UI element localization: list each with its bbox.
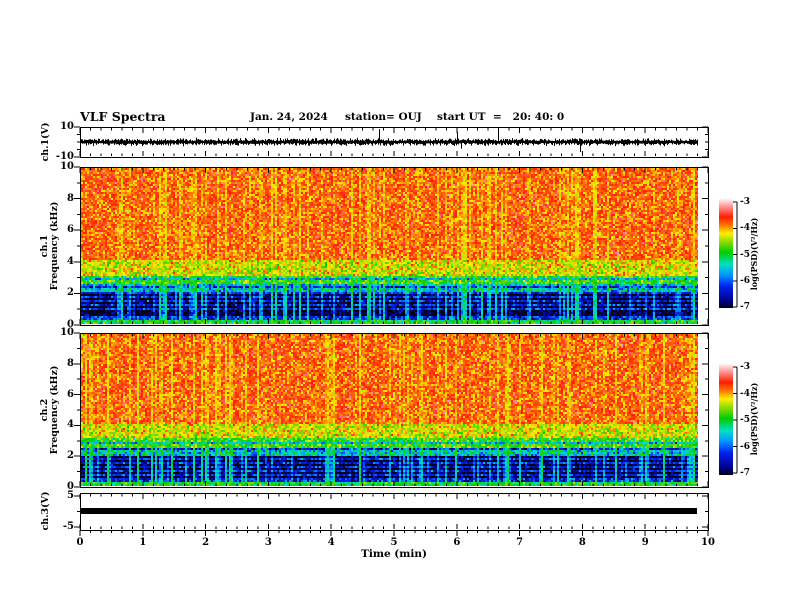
y-tick-label: 4 bbox=[67, 419, 74, 431]
colorbar-ch1-unit-label: log(PSD)(V²/Hz) bbox=[749, 217, 759, 291]
ch2-axis-title-line2: Frequency (kHz) bbox=[49, 365, 60, 455]
y-tick-label: 6 bbox=[67, 224, 74, 236]
colorbar-tick-label: -5 bbox=[740, 415, 750, 425]
x-tick-label: 2 bbox=[202, 537, 210, 548]
ch1-frequency-axis-title: ch.1 Frequency (kHz) bbox=[39, 201, 60, 291]
y-tick-label: 2 bbox=[67, 287, 74, 299]
x-tick-label: 10 bbox=[701, 537, 715, 548]
x-tick-label: 7 bbox=[516, 537, 524, 548]
y-tick-label: 8 bbox=[67, 357, 74, 369]
ch2-frequency-axis-title: ch.2 Frequency (kHz) bbox=[39, 365, 60, 455]
y-tick-label: 10 bbox=[60, 327, 74, 338]
x-tick-label: 3 bbox=[264, 537, 272, 548]
colorbar-ch1 bbox=[719, 198, 733, 308]
x-tick-label: 1 bbox=[139, 537, 147, 548]
colorbar-ch2 bbox=[719, 363, 733, 475]
y-tick-label: 6 bbox=[67, 388, 74, 400]
ch1-spectrogram-canvas bbox=[81, 168, 698, 324]
ch3-flat-trace bbox=[81, 508, 697, 514]
date-label: Jan. 24, 2024 bbox=[250, 111, 328, 123]
colorbar-tick-label: -5 bbox=[740, 249, 750, 260]
colorbar-tick-label: -4 bbox=[740, 223, 750, 234]
colorbar-tick-label: -6 bbox=[740, 441, 750, 452]
x-tick-label: 9 bbox=[641, 537, 649, 548]
colorbar-tick-label: -6 bbox=[740, 275, 750, 286]
colorbar-tick-label: -4 bbox=[740, 388, 750, 399]
vlf-spectra-figure: VLF Spectra Jan. 24, 2024 station= OUJ s… bbox=[0, 0, 792, 612]
y-tick-label: 10 bbox=[60, 121, 74, 132]
colorbar-ch2-unit-label: log(PSD)(V²/Hz) bbox=[749, 382, 759, 456]
start-ut-label: start UT = 20: 40: 0 bbox=[437, 111, 565, 123]
station-label: station= OUJ bbox=[345, 111, 422, 123]
x-tick-label: 0 bbox=[76, 537, 84, 548]
colorbar-tick-label: -7 bbox=[740, 468, 750, 478]
y-tick-label: -5 bbox=[62, 520, 74, 532]
time-axis-title: Time (min) bbox=[361, 548, 427, 560]
y-tick-label: 10 bbox=[60, 161, 74, 172]
page-title: VLF Spectra bbox=[80, 109, 166, 124]
y-tick-label: 4 bbox=[67, 255, 74, 267]
ch1-waveform-canvas bbox=[81, 128, 698, 156]
ch1-axis-title-line2: Frequency (kHz) bbox=[49, 201, 60, 291]
x-tick-label: 5 bbox=[390, 537, 398, 548]
colorbar-tick-label: -7 bbox=[740, 302, 750, 312]
x-tick-label: 6 bbox=[453, 537, 461, 548]
x-tick-label: 4 bbox=[327, 537, 335, 548]
y-tick-label: 8 bbox=[67, 192, 74, 204]
colorbar-tick-label: -3 bbox=[740, 362, 750, 372]
colorbar-tick-label: -3 bbox=[740, 197, 750, 207]
x-tick-label: 8 bbox=[578, 537, 586, 548]
y-tick-label: 5 bbox=[67, 490, 74, 502]
ch2-spectrogram-canvas bbox=[81, 334, 698, 486]
y-tick-label: 2 bbox=[67, 450, 74, 462]
